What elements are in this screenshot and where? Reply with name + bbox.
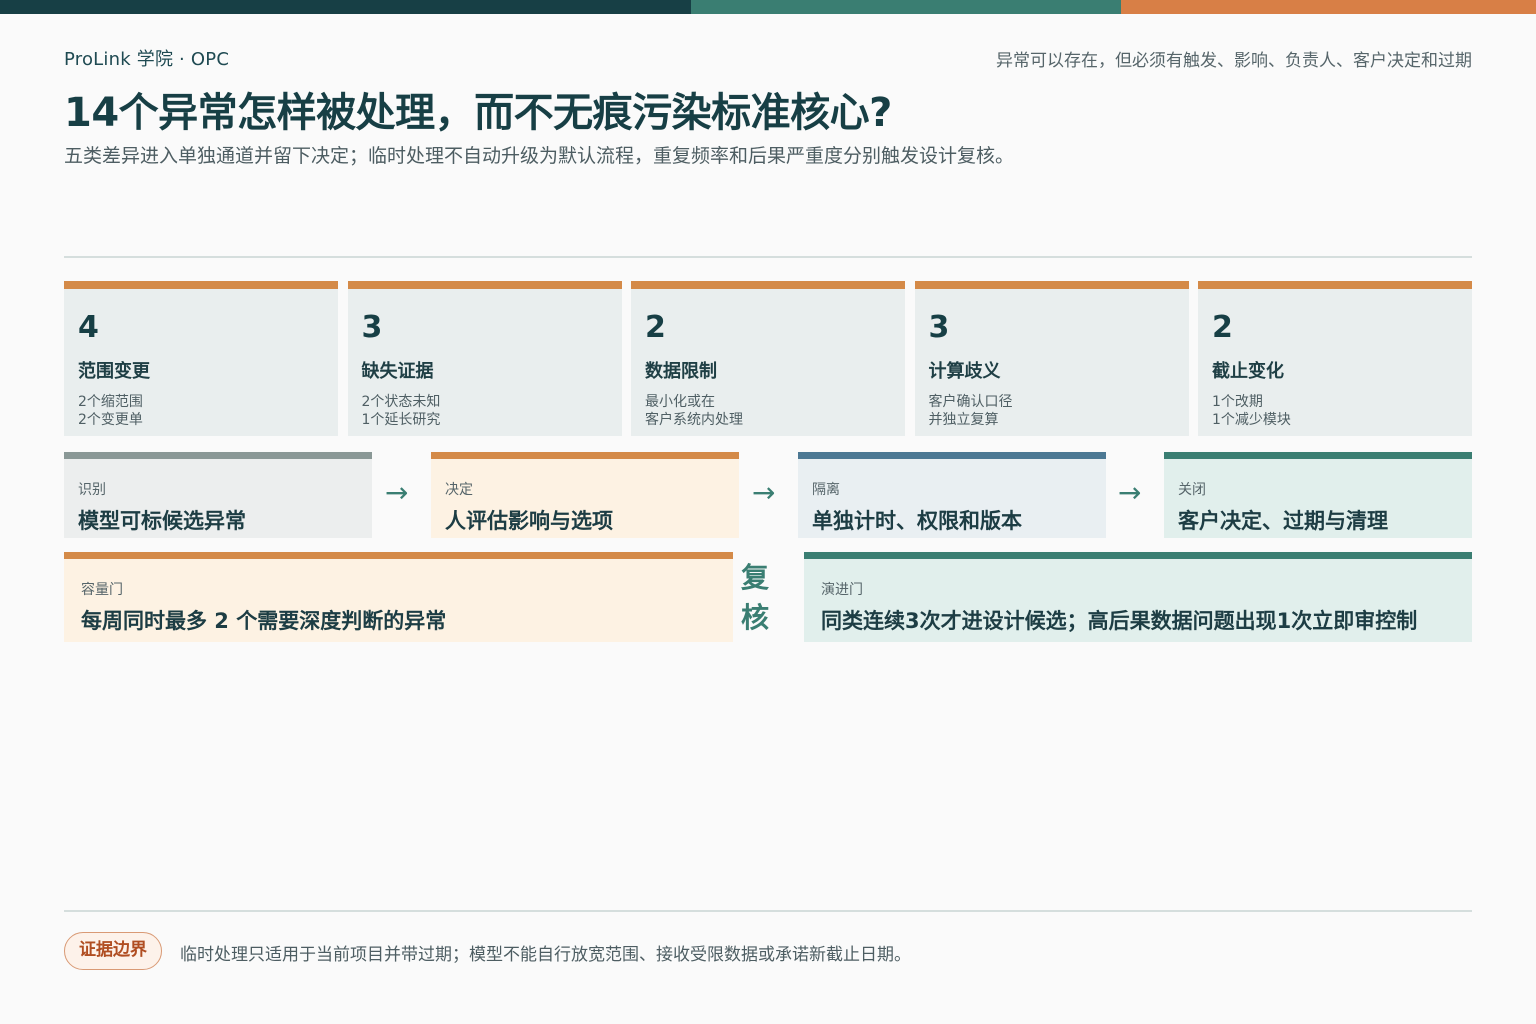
category-card-calculation: 3 计算歧义 客户确认口径 并独立复算 (914, 281, 1189, 436)
review-char: 核 (740, 601, 769, 634)
category-detail-line: 1个延长研究 (361, 412, 441, 428)
review-label: 复 核 (740, 558, 770, 638)
arrow-right-icon: → (1118, 476, 1142, 509)
category-detail: 客户确认口径 并独立复算 (929, 393, 1175, 429)
category-card-evidence: 3 缺失证据 2个状态未知 1个延长研究 (347, 281, 622, 436)
category-card-scope: 4 范围变更 2个缩范围 2个变更单 (64, 281, 338, 436)
gate-label: 容量门 (81, 582, 123, 598)
brand-label: ProLink 学院 · OPC (64, 49, 230, 70)
review-char: 复 (740, 561, 769, 594)
top-bar-teal-segment (691, 0, 1121, 14)
process-flow: 识别 模型可标候选异常 → 决定 人评估影响与选项 → 隔离 单独计时、权限和版… (64, 452, 1472, 538)
category-name: 计算歧义 (928, 361, 1001, 382)
flow-step-identify: 识别 模型可标候选异常 (64, 452, 372, 538)
flow-step-isolate: 隔离 单独计时、权限和版本 (798, 452, 1106, 538)
category-count: 4 (78, 310, 99, 345)
flow-step-decide: 决定 人评估影响与选项 (431, 452, 739, 538)
flow-step-label: 决定 (445, 482, 473, 498)
category-count: 2 (1212, 310, 1233, 345)
category-card-data: 2 数据限制 最小化或在 客户系统内处理 (631, 281, 905, 436)
category-detail-line: 客户确认口径 (928, 394, 1013, 410)
flow-step-value: 单独计时、权限和版本 (812, 509, 1022, 533)
arrow-right-icon: → (752, 476, 776, 509)
flow-step-value: 人评估影响与选项 (445, 509, 613, 533)
flow-step-label: 识别 (78, 482, 106, 498)
category-name: 数据限制 (645, 361, 717, 382)
category-detail-line: 最小化或在 (645, 394, 715, 410)
gate-value: 同类连续3次才进设计候选；高后果数据问题出现1次立即审控制 (821, 609, 1418, 633)
flow-step-label: 隔离 (812, 482, 840, 498)
gate-label: 演进门 (821, 582, 863, 598)
category-count: 3 (928, 310, 950, 345)
category-detail-line: 并独立复算 (928, 412, 999, 428)
evolution-gate: 演进门 同类连续3次才进设计候选；高后果数据问题出现1次立即审控制 (804, 552, 1472, 642)
footer-note: 临时处理只适用于当前项目并带过期；模型不能自行放宽范围、接收受限数据或承诺新截止… (180, 945, 911, 965)
top-color-bar (0, 0, 1536, 14)
top-bar-dark-segment (0, 0, 691, 14)
arrow-right-icon: → (385, 476, 409, 509)
category-detail: 最小化或在 客户系统内处理 (645, 393, 891, 429)
flow-step-close: 关闭 客户决定、过期与清理 (1164, 452, 1472, 538)
category-detail-line: 2个状态未知 (361, 394, 441, 410)
flow-step-value: 模型可标候选异常 (78, 509, 246, 533)
category-count: 3 (361, 310, 383, 345)
page-subtitle: 五类差异进入单独通道并留下决定；临时处理不自动升级为默认流程，重复频率和后果严重… (64, 145, 1015, 167)
category-name: 范围变更 (78, 361, 150, 382)
flow-step-value: 客户决定、过期与清理 (1178, 509, 1388, 533)
category-cards: 4 范围变更 2个缩范围 2个变更单 3 缺失证据 2个状态未知 1个延长研究 … (64, 281, 1472, 436)
header-tagline: 异常可以存在，但必须有触发、影响、负责人、客户决定和过期 (996, 51, 1472, 71)
category-detail-line: 2个缩范围 (78, 394, 143, 410)
category-detail: 2个状态未知 1个延长研究 (362, 393, 608, 429)
category-detail-line: 客户系统内处理 (645, 412, 743, 428)
capacity-gate: 容量门 每周同时最多 2 个需要深度判断的异常 (64, 552, 733, 642)
category-detail-line: 2个变更单 (78, 412, 143, 428)
category-detail: 2个缩范围 2个变更单 (78, 393, 324, 429)
evidence-boundary-badge: 证据边界 (64, 932, 162, 970)
category-detail-line: 1个改期 (1212, 394, 1263, 410)
flow-step-label: 关闭 (1178, 482, 1206, 498)
category-count: 2 (645, 310, 666, 345)
category-name: 缺失证据 (361, 361, 434, 382)
category-detail-line: 1个减少模块 (1212, 412, 1291, 428)
page-title: 14个异常怎样被处理，而不无痕污染标准核心? (64, 90, 892, 136)
category-detail: 1个改期 1个减少模块 (1212, 393, 1458, 429)
top-bar-orange-segment (1121, 0, 1536, 14)
category-card-deadline: 2 截止变化 1个改期 1个减少模块 (1198, 281, 1472, 436)
divider-top (64, 256, 1472, 258)
category-name: 截止变化 (1212, 361, 1284, 382)
gate-value: 每周同时最多 2 个需要深度判断的异常 (81, 609, 447, 633)
divider-bottom (64, 910, 1472, 912)
